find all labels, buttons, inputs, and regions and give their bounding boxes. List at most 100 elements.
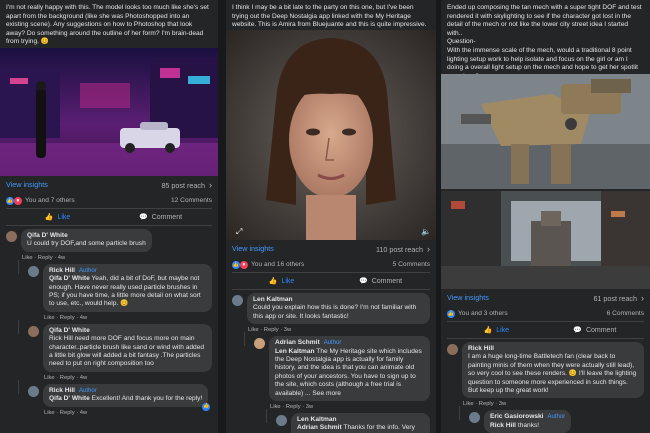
comment-text: Could you explain how this is done? I'm … — [253, 304, 417, 320]
comment: Len Kaltman Could you explain how this i… — [232, 293, 430, 325]
commenter-name[interactable]: Qifa D' White — [49, 327, 206, 335]
like-label: Like — [57, 213, 71, 221]
view-insights-link[interactable]: View insights — [6, 180, 48, 189]
tagged-user[interactable]: Qifa D' White — [49, 395, 90, 402]
view-insights-row[interactable]: View insights 110 post reach › — [226, 240, 436, 257]
post-actions: 👍 Like 💬 Comment — [232, 272, 430, 290]
tagged-user[interactable]: Len Kaltman — [275, 348, 315, 355]
comment-icon: 💬 — [573, 327, 582, 334]
avatar[interactable] — [28, 325, 39, 337]
commenter-name[interactable]: Len Kaltman — [297, 416, 424, 424]
comment-reply: Qifa D' White Rick Hill need more DOF an… — [18, 319, 212, 372]
like-button[interactable]: 👍 Like — [447, 322, 546, 338]
comment-button[interactable]: 💬 Comment — [109, 209, 212, 225]
comment-bubble: Eric Gasiorowski Author Rick Hill thanks! — [484, 410, 572, 433]
avatar[interactable] — [6, 231, 17, 242]
comment-bubble: Rick Hill I am a huge long-time Battlete… — [462, 342, 644, 399]
comment-bubble: Qifa D' White Rick Hill need more DOF an… — [43, 323, 212, 372]
tagged-user[interactable]: Qifa D' White — [49, 275, 90, 282]
comment: Qifa D' White U could try DOF,and some p… — [6, 229, 212, 252]
city-street-image — [441, 191, 650, 289]
like-button[interactable]: 👍 Like — [232, 273, 331, 289]
comment-reply: Adrian Schmit Author Len Kaltman The My H… — [244, 332, 430, 402]
reactions-summary[interactable]: You and 16 others — [251, 261, 304, 268]
commenter-name[interactable]: Adrian Schmit — [275, 339, 320, 347]
comment-meta[interactable]: Like · Reply · 4w — [6, 409, 212, 419]
comment-bubble: Qifa D' White U could try DOF,and some p… — [21, 229, 152, 252]
reaction-counts: 👍 ♥ You and 7 others 12 Comments — [0, 193, 218, 208]
comment-bubble: Adrian Schmit Author Len Kaltman The My H… — [269, 336, 430, 402]
comment-button[interactable]: 💬 Comment — [546, 322, 645, 338]
post-text: I'm not really happy with this. The mode… — [6, 4, 209, 46]
tagged-user[interactable]: Rick Hill — [490, 422, 516, 429]
comment-reply: Rick Hill Author Qifa D' White Yeah, did … — [18, 259, 212, 312]
comments-count[interactable]: 5 Comments — [393, 261, 430, 268]
avatar[interactable] — [469, 412, 480, 424]
comment-button[interactable]: 💬 Comment — [331, 273, 430, 289]
thumbs-up-icon: 👍 — [483, 327, 493, 334]
post-image[interactable] — [0, 48, 218, 176]
post-actions: 👍 Like 💬 Comment — [6, 208, 212, 226]
mech-render-image — [441, 74, 650, 189]
comment-label: Comment — [151, 213, 183, 221]
comment-text: I am a huge long-time Battletech fan (cl… — [468, 353, 637, 395]
comment-reply: Len Kaltman Adrian Schmit Thanks for the… — [266, 409, 430, 433]
avatar[interactable] — [254, 338, 265, 350]
portrait-image: ⤢ 🔈 — [226, 30, 436, 240]
view-insights-row[interactable]: View insights 61 post reach › — [441, 289, 650, 306]
comment: Rick Hill I am a huge long-time Battlete… — [447, 342, 644, 399]
comment-bubble: Len Kaltman Could you explain how this i… — [247, 293, 430, 325]
view-insights-link[interactable]: View insights — [447, 293, 489, 302]
comment-meta[interactable]: Like · Reply · 4w — [6, 254, 212, 264]
like-button[interactable]: 👍 Like — [6, 209, 109, 225]
commenter-name[interactable]: Rick Hill — [468, 345, 638, 353]
like-label: Like — [496, 326, 510, 334]
post-text: I think I may be a bit late to the party… — [232, 4, 427, 29]
reaction-counts: 👍 ♥ You and 16 others 5 Comments — [226, 257, 436, 272]
comments-list: Len Kaltman Could you explain how this i… — [226, 290, 436, 433]
reactions-summary[interactable]: You and 3 others — [458, 310, 508, 317]
comment-bubble: Len Kaltman Adrian Schmit Thanks for the… — [291, 413, 430, 433]
comment-meta[interactable]: Like · Reply · 3w — [447, 400, 644, 410]
comments-count[interactable]: 6 Comments — [607, 310, 644, 317]
comment-meta[interactable]: Like · Reply · 3w — [232, 403, 430, 413]
comment-text: U could try DOF,and some particle brush — [27, 240, 146, 248]
comment-bubble: Rick Hill Author Qifa D' White Yeah, did … — [43, 263, 212, 312]
avatar[interactable] — [447, 344, 458, 355]
avatar[interactable] — [232, 295, 243, 306]
commenter-name[interactable]: Rick Hill — [49, 267, 75, 275]
post-reach: 61 post reach — [593, 293, 637, 303]
post-image-bottom[interactable] — [441, 189, 650, 289]
svg-text:🔈: 🔈 — [421, 227, 431, 236]
comments-list: Qifa D' White U could try DOF,and some p… — [0, 226, 218, 422]
tagged-user[interactable]: Adrian Schmit — [297, 424, 342, 431]
avatar[interactable] — [276, 415, 287, 427]
view-insights-link[interactable]: View insights — [232, 244, 274, 253]
commenter-name[interactable]: Rick Hill — [49, 387, 75, 395]
comment-bubble: Rick Hill Author Qifa D' White Excellent!… — [43, 383, 211, 411]
comment-meta[interactable]: Like · Reply · 4w — [6, 314, 212, 324]
comment-meta[interactable]: Like · Reply · 4w — [6, 374, 212, 384]
post-reach: 110 post reach — [375, 244, 423, 254]
reaction-counts: 👍 You and 3 others 6 Comments — [441, 306, 650, 321]
reactions-summary[interactable]: You and 7 others — [25, 197, 75, 204]
commenter-name[interactable]: Len Kaltman — [253, 296, 424, 304]
comment-icon: 💬 — [138, 214, 148, 221]
comment-like-icon: 👍 — [202, 402, 211, 411]
post-actions: 👍 Like 💬 Comment — [447, 321, 644, 339]
avatar[interactable] — [28, 385, 39, 397]
avatar[interactable] — [28, 265, 39, 277]
commenter-name[interactable]: Eric Gasiorowski — [490, 413, 544, 421]
comments-count[interactable]: 12 Comments — [171, 197, 212, 204]
comment-text: Excellent! And thank you for the reply! — [91, 395, 203, 403]
post-image-top[interactable] — [441, 74, 650, 189]
post-card-1: I'm not really happy with this. The mode… — [0, 0, 218, 433]
commenter-name[interactable]: Qifa D' White — [27, 232, 146, 240]
comment-label: Comment — [371, 277, 403, 285]
comment-icon: 💬 — [358, 278, 368, 285]
comment-meta[interactable]: Like · Reply · 3w — [232, 326, 430, 336]
comment-reply: Rick Hill Author Qifa D' White Excellent!… — [18, 379, 212, 411]
author-badge: Author — [79, 267, 97, 274]
post-video[interactable]: ⤢ 🔈 — [226, 30, 436, 240]
view-insights-row[interactable]: View insights 85 post reach › — [0, 176, 218, 193]
